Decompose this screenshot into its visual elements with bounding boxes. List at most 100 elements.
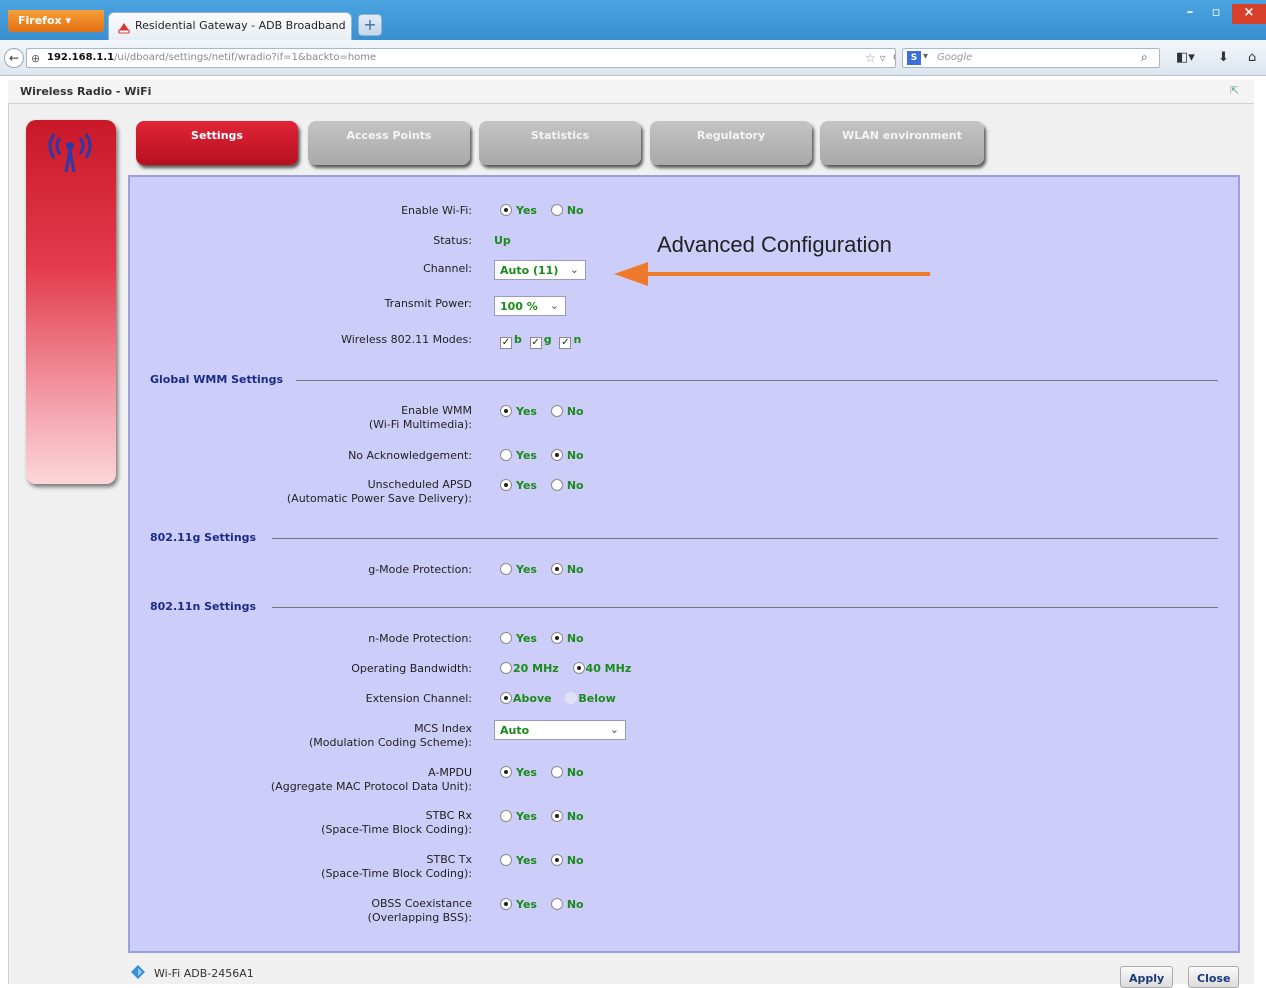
home-icon[interactable]: ⌂ [1248,50,1256,65]
bookmark-star-icon[interactable]: ☆ ▿ [865,51,886,65]
library-icon[interactable]: ◧▾ [1176,50,1195,65]
reload-icon[interactable]: C [893,51,895,64]
ampdu-label: A-MPDU (Aggregate MAC Protocol Data Unit)… [270,766,472,793]
section-divider [296,380,1218,381]
annotation-text: Advanced Configuration [657,232,892,257]
mcs-index-label: MCS Index (Modulation Coding Scheme): [309,722,472,749]
download-icon[interactable]: ⬇ [1218,50,1229,65]
tab-statistics[interactable]: Statistics [479,121,641,165]
stbc-rx-radio-group: Yes No [496,810,590,824]
stbc-rx-label: STBC Rx (Space-Time Block Coding): [321,809,472,836]
enable-wifi-no-radio[interactable] [550,204,563,216]
page-header [8,80,1254,104]
maximize-button[interactable]: ▫ [1204,4,1228,24]
g-section-title: 802.11g Settings [150,531,257,544]
stbc-tx-yes-radio[interactable] [500,854,512,866]
close-button[interactable]: Close [1188,966,1240,988]
ampdu-no-radio[interactable] [550,766,563,778]
channel-select[interactable]: Auto (11) ⌄ [494,260,586,280]
apsd-no-radio[interactable] [550,479,563,491]
settings-panel [128,175,1240,953]
mode-g-checkbox[interactable]: ✓ [529,337,542,349]
tab-title: Residential Gateway - ADB Broadband [135,19,346,32]
section-divider [272,538,1218,539]
url-path: /ui/dboard/settings/netif/wradio?if=1&ba… [114,52,377,63]
back-arrow-icon[interactable]: ← [4,48,24,68]
new-tab-button[interactable]: + [358,14,382,36]
enable-wifi-yes-radio[interactable] [500,204,512,216]
chevron-down-icon: ⌄ [569,263,579,276]
modes-label: Wireless 802.11 Modes: [341,333,472,346]
url-host: 192.168.1.1 [47,52,115,63]
g-protection-label: g-Mode Protection: [368,563,472,576]
stbc-rx-yes-radio[interactable] [500,810,512,822]
extension-above-radio[interactable] [500,692,512,704]
obss-no-radio[interactable] [550,898,563,910]
enable-wifi-radio-group: Yes No [496,204,590,218]
search-input[interactable]: S ▾ Google ⌕ [902,48,1160,68]
tab-access-points[interactable]: Access Points [308,121,470,165]
tab-settings[interactable]: Settings [136,121,298,165]
g-protection-radio-group: Yes No [496,563,590,577]
extension-below-radio[interactable] [565,692,578,704]
bandwidth-label: Operating Bandwidth: [351,662,472,675]
n-protection-yes-radio[interactable] [500,632,512,644]
modes-checkbox-group: ✓ b ✓ g ✓ n [500,333,582,349]
g-protection-yes-radio[interactable] [500,563,512,575]
minimize-button[interactable]: – [1178,4,1202,24]
tab-wlan-environment[interactable]: WLAN environment [820,121,984,165]
wmm-section-title: Global WMM Settings [150,373,284,386]
close-window-button[interactable]: × [1232,4,1266,24]
extension-channel-label: Extension Channel: [365,692,472,705]
transmit-power-select[interactable]: 100 % ⌄ [494,296,566,316]
page-title: Wireless Radio - WiFi [20,85,152,98]
enable-wmm-no-radio[interactable] [550,405,563,417]
apsd-label: Unscheduled APSD (Automatic Power Save De… [286,478,472,505]
g-protection-no-radio[interactable] [550,563,563,575]
apsd-radio-group: Yes No [496,479,590,493]
chevron-down-icon: ⌄ [609,723,619,736]
search-icon[interactable]: ⌕ [1141,50,1148,65]
url-bar[interactable]: ⊕ 192.168.1.1/ui/dboard/settings/netif/w… [26,48,896,68]
no-ack-label: No Acknowledgement: [348,449,472,462]
enable-wmm-label: Enable WMM (Wi-Fi Multimedia): [368,404,472,431]
obss-label: OBSS Coexistance (Overlapping BSS): [367,897,472,924]
section-divider [272,607,1218,608]
transmit-power-label: Transmit Power: [384,297,472,310]
no-ack-no-radio[interactable] [550,449,563,461]
mcs-index-select[interactable]: Auto ⌄ [494,720,626,740]
browser-tab[interactable]: Residential Gateway - ADB Broadband [108,12,352,40]
mode-b-checkbox[interactable]: ✓ [500,337,512,349]
enable-wmm-yes-radio[interactable] [500,405,512,417]
n-protection-no-radio[interactable] [550,632,563,644]
ampdu-yes-radio[interactable] [500,766,512,778]
apply-button[interactable]: Apply [1120,966,1174,988]
wifi-antenna-icon [48,133,92,173]
mode-n-checkbox[interactable]: ✓ [559,337,572,349]
expand-icon[interactable]: ⇱ [1230,84,1239,97]
bandwidth-20-radio[interactable] [500,662,512,674]
browser-navbar: ← ⊕ 192.168.1.1/ui/dboard/settings/netif… [0,40,1266,76]
status-label: Status: [433,234,472,247]
annotation-arrow-shaft [640,272,930,276]
bandwidth-40-radio[interactable] [572,662,585,674]
network-name: Wi-Fi ADB-2456A1 [154,967,254,980]
stbc-rx-no-radio[interactable] [550,810,563,822]
no-ack-yes-radio[interactable] [500,449,512,461]
ampdu-radio-group: Yes No [496,766,590,780]
chevron-down-icon: ⌄ [549,299,559,312]
obss-radio-group: Yes No [496,898,590,912]
channel-label: Channel: [423,262,472,275]
search-engine-icon[interactable]: S [907,51,921,65]
extension-channel-radio-group: Above Below [496,692,622,706]
tab-regulatory[interactable]: Regulatory [650,121,812,165]
n-protection-radio-group: Yes No [496,632,590,646]
no-ack-radio-group: Yes No [496,449,590,463]
n-protection-label: n-Mode Protection: [368,632,472,645]
status-value: Up [494,234,511,247]
stbc-tx-no-radio[interactable] [550,854,563,866]
firefox-menu-button[interactable]: Firefox ▾ [8,10,104,32]
firefox-menu-label: Firefox [18,14,62,27]
apsd-yes-radio[interactable] [500,479,512,491]
obss-yes-radio[interactable] [500,898,512,910]
